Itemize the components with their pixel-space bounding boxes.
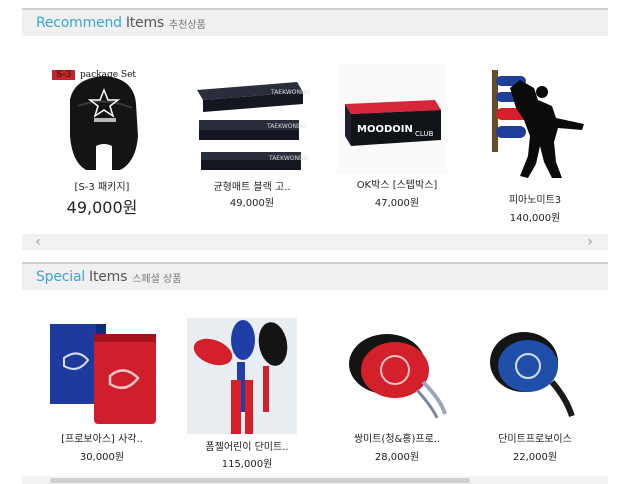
- product-name[interactable]: 쌍미트(청&홍)프로..: [327, 430, 467, 445]
- recommend-scrollbar[interactable]: ‹ ›: [22, 234, 608, 250]
- product-price: 49,000원: [229, 198, 275, 209]
- balance-mat-icon: TAEKWONDO TAEKWONDO TAEKWONDO: [197, 82, 311, 170]
- product-image-balance-mat[interactable]: TAEKWONDO TAEKWONDO TAEKWONDO: [187, 74, 317, 174]
- svg-text:TAEKWONDO: TAEKWONDO: [266, 123, 307, 130]
- scroll-left-arrow-icon[interactable]: ‹: [30, 234, 46, 250]
- product-card[interactable]: 단미트프로보이스 22,000원: [465, 316, 605, 466]
- product-name[interactable]: [S-3 패키지]: [32, 178, 172, 193]
- double-mitt-red-icon: [349, 334, 447, 419]
- special-product-list: [프로보아스] 사각.. 30,000원 폼젤어린이 단미트.. 115,000…: [22, 316, 608, 470]
- product-price: 30,000원: [79, 452, 125, 463]
- product-name[interactable]: 피아노미트3: [465, 191, 605, 206]
- special-title-en: Special: [36, 269, 86, 285]
- product-name[interactable]: 폼젤어린이 단미트..: [177, 438, 317, 453]
- recommend-title-ko: 추천상품: [169, 19, 206, 31]
- product-card[interactable]: MOODOIN CLUB OK박스 [스텝박스] 47,000원: [327, 60, 467, 230]
- svg-text:CLUB: CLUB: [415, 130, 434, 138]
- product-name[interactable]: 균형매트 블랙 고..: [182, 178, 322, 193]
- recommend-product-list: S-3 package Set [S-3 패키지] TAEKWONDO TAEK…: [22, 60, 608, 230]
- product-price: 47,000원: [374, 198, 420, 209]
- black-helmet-icon: [52, 70, 138, 170]
- special-scrollbar[interactable]: [22, 476, 608, 484]
- special-title-ko: 스페셜 상품: [132, 273, 182, 285]
- product-card[interactable]: 쌍미트(청&홍)프로.. 28,000원: [327, 316, 467, 466]
- product-image-single-mitt[interactable]: [480, 320, 590, 426]
- package-overlay-label: S-3: [52, 70, 76, 80]
- product-card[interactable]: 폼젤어린이 단미트.. 115,000원: [177, 316, 317, 470]
- product-image-step-box[interactable]: MOODOIN CLUB: [337, 64, 447, 174]
- package-overlay-text: package Set: [80, 70, 137, 80]
- product-image-square-mitt[interactable]: [42, 318, 162, 428]
- product-card[interactable]: 피아노미트3 140,000원: [465, 60, 605, 230]
- step-box-icon: MOODOIN CLUB: [345, 100, 441, 146]
- recommend-title-items: Items: [125, 15, 164, 31]
- product-image-piano-mitt[interactable]: [480, 66, 590, 186]
- piano-mitt-icon: [492, 70, 584, 178]
- svg-text:TAEKWONDO: TAEKWONDO: [270, 89, 311, 96]
- special-section-header: Special Items 스페셜 상품: [22, 262, 608, 290]
- product-price: 140,000원: [509, 213, 561, 224]
- scroll-right-arrow-icon[interactable]: ›: [582, 234, 598, 250]
- product-card[interactable]: TAEKWONDO TAEKWONDO TAEKWONDO 균형매트 블랙 고.…: [182, 60, 322, 230]
- product-name[interactable]: OK박스 [스텝박스]: [327, 176, 467, 191]
- product-price: 115,000원: [221, 459, 273, 470]
- single-mitt-blue-icon: [490, 332, 575, 417]
- product-card[interactable]: [프로보아스] 사각.. 30,000원: [32, 316, 172, 466]
- product-image-kids-mitt[interactable]: [187, 318, 297, 434]
- special-scroll-thumb[interactable]: [50, 478, 470, 483]
- recommend-title-en: Recommend: [36, 15, 122, 31]
- product-name[interactable]: 단미트프로보이스: [465, 430, 605, 445]
- product-image-helmet[interactable]: [42, 66, 162, 178]
- product-price: 22,000원: [512, 452, 558, 463]
- svg-text:TAEKWONDO: TAEKWONDO: [268, 155, 309, 162]
- kids-mitt-icon: [193, 320, 288, 434]
- product-image-double-mitt[interactable]: [337, 320, 457, 426]
- product-price: 49,000원: [66, 198, 138, 217]
- recommend-section-header: Recommend Items 추천상품: [22, 8, 608, 36]
- square-mitt-icon: [50, 324, 156, 424]
- product-name[interactable]: [프로보아스] 사각..: [32, 430, 172, 445]
- step-box-brand: MOODOIN: [357, 124, 413, 135]
- special-title-items: Items: [89, 269, 128, 285]
- product-price: 28,000원: [374, 452, 420, 463]
